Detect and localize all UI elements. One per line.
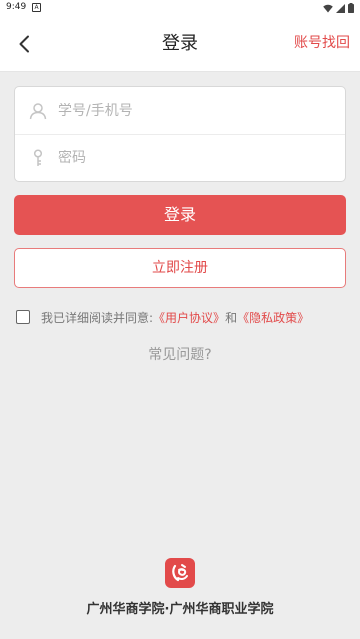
agreement-conjunction: 和	[225, 310, 238, 325]
school-name: 广州华商学院·广州华商职业学院	[86, 602, 274, 617]
register-button[interactable]: 立即注册	[14, 248, 346, 288]
app-header: 登录 账号找回	[0, 16, 360, 72]
username-row	[15, 87, 345, 134]
faq-link[interactable]: 常见问题?	[0, 344, 360, 364]
status-bar: 9:49 A	[0, 0, 360, 16]
agreement-checkbox[interactable]	[16, 310, 30, 324]
account-recovery-link[interactable]: 账号找回	[294, 16, 350, 71]
status-time: 9:49	[6, 2, 27, 12]
privacy-policy-link[interactable]: 《隐私政策》	[237, 309, 309, 326]
signal-icon	[336, 3, 345, 13]
login-form	[14, 86, 346, 182]
notification-icon: A	[32, 3, 41, 12]
battery-icon	[348, 3, 354, 13]
login-button[interactable]: 登录	[14, 195, 346, 235]
key-icon	[28, 148, 48, 168]
password-input[interactable]	[58, 150, 318, 166]
school-logo-icon	[165, 558, 195, 588]
user-icon	[28, 101, 48, 121]
agreement-text: 我已详细阅读并同意:	[41, 310, 154, 325]
username-input[interactable]	[58, 102, 318, 119]
password-row	[15, 134, 345, 181]
wifi-icon	[323, 4, 333, 12]
status-icons	[323, 3, 354, 13]
chevron-left-icon	[19, 35, 29, 53]
back-button[interactable]	[10, 30, 38, 58]
agreement-row: 我已详细阅读并同意: 《用户协议》 和 《隐私政策》	[16, 307, 309, 327]
user-agreement-link[interactable]: 《用户协议》	[153, 309, 225, 326]
